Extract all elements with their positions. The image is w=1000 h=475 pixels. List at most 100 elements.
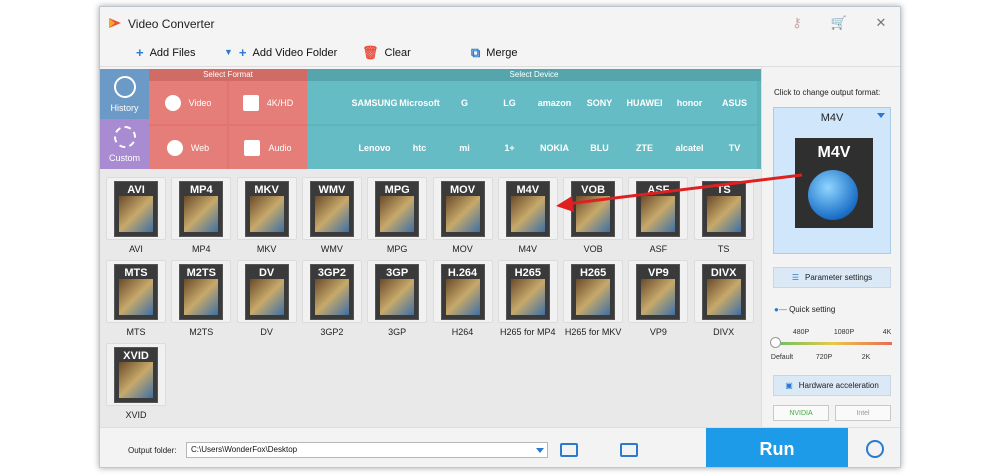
format-4khd-button[interactable]: 4K/HD xyxy=(229,81,307,124)
device-button[interactable]: ZTE xyxy=(622,126,667,169)
plus-icon: + xyxy=(136,45,144,60)
m4v-format-icon: M4V xyxy=(795,138,873,228)
merge-button[interactable]: ⧉ Merge xyxy=(471,46,517,59)
dropdown-caret-icon xyxy=(877,113,885,118)
quick-setting-icon: ●— xyxy=(774,305,787,314)
clear-button[interactable]: 🗑 Clear xyxy=(362,46,411,59)
format-art xyxy=(380,195,415,232)
format-box-label: AVI xyxy=(127,183,145,196)
parameter-settings-label: Parameter settings xyxy=(805,273,873,282)
format-box-label: ASF xyxy=(647,183,670,196)
format-video-button[interactable]: Video xyxy=(149,81,227,124)
device-button[interactable] xyxy=(307,126,352,169)
quality-slider-knob[interactable] xyxy=(770,337,781,348)
format-art xyxy=(314,195,349,232)
device-button[interactable]: LG xyxy=(487,81,532,124)
format-box-icon: DIVX xyxy=(701,263,746,320)
format-label: DIVX xyxy=(713,327,735,337)
alarm-clock-icon[interactable] xyxy=(866,440,884,458)
speaker-icon xyxy=(244,139,261,156)
format-art xyxy=(380,278,415,315)
intel-label: Intel xyxy=(856,409,870,417)
device-button[interactable]: htc xyxy=(397,126,442,169)
format-web-button[interactable]: Web xyxy=(149,126,227,169)
format-art xyxy=(576,278,611,315)
key-icon[interactable]: ⚷ xyxy=(788,15,806,31)
format-art xyxy=(706,195,741,232)
device-button[interactable]: BLU xyxy=(577,126,622,169)
format-thumbnail: H.264 xyxy=(432,260,493,323)
output-folder-field[interactable]: C:\Users\WonderFox\Desktop xyxy=(186,442,548,458)
trash-icon: 🗑 xyxy=(362,45,379,60)
hardware-acceleration-button[interactable]: ▣ Hardware acceleration xyxy=(773,375,891,396)
tick-1080p: 1080P xyxy=(833,329,855,336)
app-window: Video Converter ⚷ 🛒 ✕ + Add Files ▼ + Ad… xyxy=(99,6,901,468)
history-button[interactable]: History xyxy=(100,69,149,119)
open-folder-icon[interactable] xyxy=(620,443,638,457)
format-box-icon: ASF xyxy=(636,180,681,237)
parameter-settings-button[interactable]: ☰ Parameter settings xyxy=(773,267,891,288)
select-format-label: Select Format xyxy=(149,69,307,81)
format-box-icon: M2TS xyxy=(179,263,224,320)
device-label: Lenovo xyxy=(358,142,391,153)
format-box-icon: MTS xyxy=(114,263,158,320)
intel-badge[interactable]: Intel xyxy=(835,405,891,421)
format-box-label: MKV xyxy=(254,183,279,196)
format-thumbnail: WMV xyxy=(301,177,362,240)
format-thumbnail: MPG xyxy=(367,177,428,240)
chrome-icon xyxy=(166,139,183,156)
browse-folder-icon[interactable] xyxy=(560,443,578,457)
device-button[interactable] xyxy=(307,81,352,124)
device-button[interactable]: alcatel xyxy=(667,126,712,169)
bottom-bar: Output folder: C:\Users\WonderFox\Deskto… xyxy=(100,427,900,467)
dropdown-arrow-icon: ▼ xyxy=(224,47,233,57)
gear-icon xyxy=(113,125,136,148)
device-button[interactable]: honor xyxy=(667,81,712,124)
format-video-label: Video xyxy=(188,97,212,108)
device-button[interactable]: Microsoft xyxy=(397,81,442,124)
settings-sliders-icon: ☰ xyxy=(791,273,800,282)
close-icon[interactable]: ✕ xyxy=(872,15,890,31)
device-button[interactable]: amazon xyxy=(532,81,577,124)
add-video-folder-button[interactable]: ▼ + Add Video Folder xyxy=(224,46,337,59)
device-button[interactable]: TV xyxy=(712,126,757,169)
tick-default: Default xyxy=(770,354,794,361)
device-button[interactable]: SAMSUNG xyxy=(351,81,398,124)
device-button[interactable]: mi xyxy=(442,126,487,169)
format-thumbnail: MOV xyxy=(432,177,493,240)
cart-icon[interactable]: 🛒 xyxy=(830,15,848,31)
format-box-icon: H265 xyxy=(571,263,616,320)
device-label: alcatel xyxy=(675,142,704,153)
custom-button[interactable]: Custom xyxy=(100,119,149,169)
format-audio-button[interactable]: Audio xyxy=(229,126,307,169)
device-label: SONY xyxy=(586,97,613,108)
path-dropdown-icon[interactable] xyxy=(536,448,544,453)
quick-setting-label: ●— Quick setting xyxy=(774,305,836,314)
device-button[interactable]: ASUS xyxy=(712,81,757,124)
format-box-icon: H265 xyxy=(505,263,550,320)
output-format-selector[interactable]: M4V M4V xyxy=(773,107,891,254)
device-button[interactable]: HUAWEI xyxy=(622,81,667,124)
custom-label: Custom xyxy=(108,152,140,163)
device-button[interactable]: SONY xyxy=(577,81,622,124)
device-label: SAMSUNG xyxy=(351,97,398,108)
format-thumbnail: MKV xyxy=(236,177,297,240)
format-box-label: DIVX xyxy=(710,266,737,279)
add-files-button[interactable]: + Add Files xyxy=(136,46,195,59)
device-button[interactable]: NOKIA xyxy=(532,126,577,169)
tick-2k: 2K xyxy=(861,354,871,361)
format-thumbnail: M2TS xyxy=(171,260,232,323)
device-button[interactable]: 1+ xyxy=(487,126,532,169)
itunes-icon xyxy=(808,170,858,220)
device-label: TV xyxy=(728,142,741,153)
quality-slider[interactable] xyxy=(770,337,892,348)
format-web-label: Web xyxy=(190,142,210,153)
device-label: HUAWEI xyxy=(626,97,663,108)
play-icon xyxy=(164,94,181,111)
format-thumbnail: M4V xyxy=(497,177,558,240)
run-button[interactable]: Run xyxy=(706,428,848,467)
device-button[interactable]: Lenovo xyxy=(352,126,397,169)
nvidia-badge[interactable]: NVIDIA xyxy=(773,405,829,421)
device-button[interactable]: G xyxy=(442,81,487,124)
title-bar: Video Converter ⚷ 🛒 ✕ xyxy=(100,7,900,41)
